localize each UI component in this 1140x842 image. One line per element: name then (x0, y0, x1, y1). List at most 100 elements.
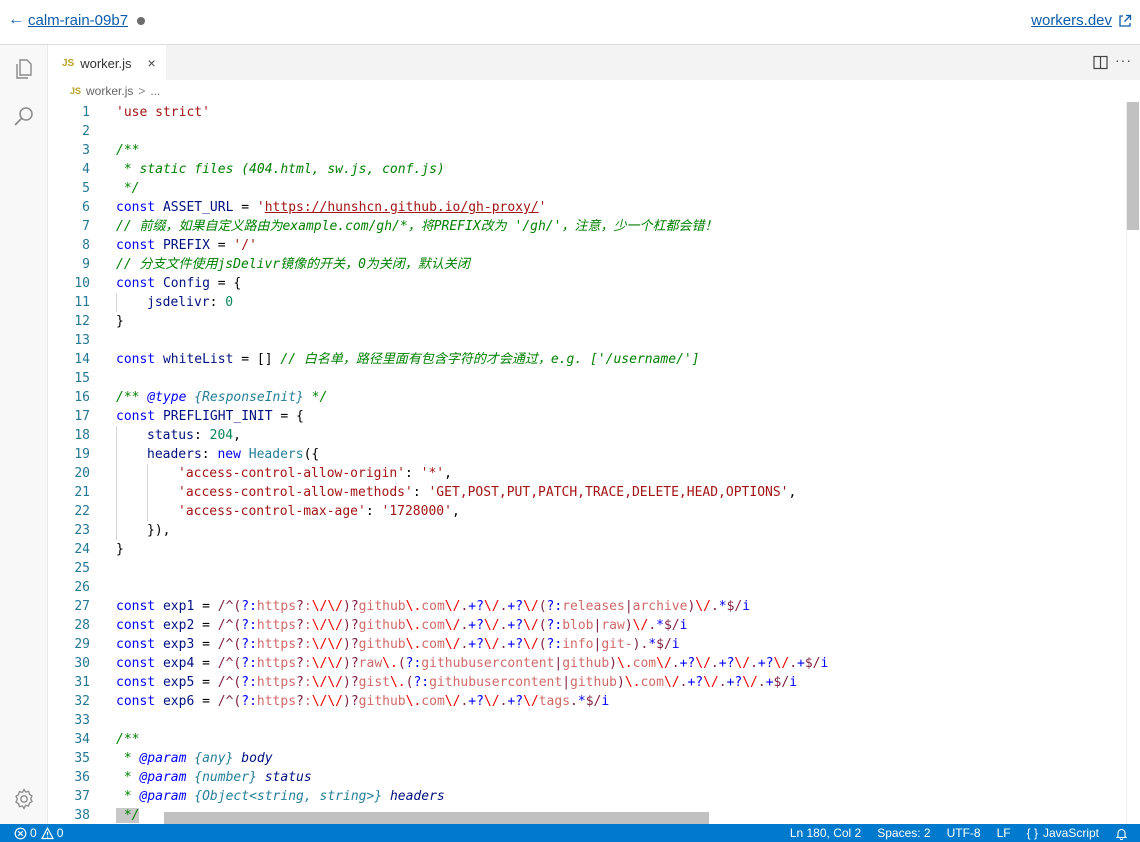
code-line[interactable]: 16 /** @type {ResponseInit} */ (48, 388, 1128, 407)
code-token: */ (303, 390, 328, 405)
search-icon[interactable] (12, 105, 36, 129)
code-line[interactable]: 7 // 前缀，如果自定义路由为example.com/gh/*，将PREFIX改… (48, 217, 1128, 236)
language-icon: { } (1026, 826, 1038, 840)
split-editor-icon[interactable] (1093, 55, 1108, 70)
code-token: : (303, 694, 312, 709)
code-token: exp1 (155, 599, 203, 614)
code-line[interactable]: 22 'access-control-max-age': '1728000', (48, 502, 1128, 521)
code-token: ) (609, 656, 617, 671)
code-token: const (116, 694, 156, 709)
code-line[interactable]: 1 'use strict' (48, 103, 1128, 122)
more-actions-icon[interactable]: ··· (1115, 52, 1132, 68)
code-line[interactable]: 35 * @param {any} body (48, 749, 1128, 768)
code-token: /^( (217, 656, 242, 671)
code-token: +? (507, 637, 524, 652)
code-line[interactable]: 34 /** (48, 730, 1128, 749)
language-mode[interactable]: JavaScript (1043, 826, 1099, 840)
project-name[interactable]: calm-rain-09b7 (28, 12, 128, 29)
code-token: i (601, 694, 610, 709)
vertical-scroll-thumb[interactable] (1127, 102, 1139, 230)
code-token: = (202, 675, 218, 690)
code-line[interactable]: 12} (48, 312, 1128, 331)
code-line[interactable]: 5 */ (48, 179, 1128, 198)
code-line[interactable]: 27 const exp1 = /^(?:https?:\/\/)?github\… (48, 597, 1128, 616)
code-line[interactable]: 28 const exp2 = /^(?:https?:\/\/)?github\… (48, 616, 1128, 635)
code-token: ) (624, 618, 633, 633)
code-line[interactable]: 6 const ASSET_URL = 'https://hunshcn.gith… (48, 198, 1128, 217)
line-number: 36 (74, 770, 90, 785)
files-icon[interactable] (12, 57, 36, 81)
code-token: } (116, 542, 124, 557)
code-line[interactable]: 20 'access-control-allow-origin': '*', (48, 464, 1128, 483)
code-token: /^( (217, 694, 242, 709)
end-of-line[interactable]: LF (997, 826, 1011, 840)
code-line[interactable]: 25 (48, 559, 1128, 578)
code-line[interactable]: 17 const PREFLIGHT_INIT = { (48, 407, 1128, 426)
code-token: /** (116, 732, 140, 747)
close-icon[interactable]: × (148, 55, 156, 71)
tab-label[interactable]: worker.js (80, 56, 131, 71)
code-token: i (820, 656, 829, 671)
horizontal-scroll-thumb[interactable] (164, 812, 709, 824)
line-number: 15 (74, 371, 90, 386)
breadcrumb-symbols[interactable]: ... (150, 84, 160, 98)
settings-gear-icon[interactable] (12, 787, 36, 811)
code-line[interactable]: 4 * static files (404.html, sw.js, conf.… (48, 160, 1128, 179)
line-number: 30 (74, 656, 90, 671)
code-line[interactable]: 21 'access-control-allow-methods': 'GET,P… (48, 483, 1128, 502)
code-text: const exp3 = /^(?:https?:\/\/)?github\.c… (116, 635, 680, 654)
code-line[interactable]: 2 (48, 122, 1128, 141)
bell-icon[interactable] (1115, 827, 1128, 840)
code-line[interactable]: 14 const whiteList = [] // 白名单，路径里面有包含字符的… (48, 350, 1128, 369)
code-token: * (116, 789, 140, 804)
code-token: com (421, 637, 445, 652)
code-line[interactable]: 31 const exp5 = /^(?:https?:\/\/)?gist\.(… (48, 673, 1128, 692)
code-line[interactable]: 26 (48, 578, 1128, 597)
code-line[interactable]: 23}), (48, 521, 1128, 540)
code-token: raw (358, 656, 383, 671)
cursor-position[interactable]: Ln 180, Col 2 (790, 826, 861, 840)
code-token: exp5 (155, 675, 203, 690)
code-token: blob (562, 618, 594, 633)
code-line[interactable]: 37 * @param {Object<string, string>} hea… (48, 787, 1128, 806)
line-number: 31 (74, 675, 90, 690)
code-line[interactable]: 3 /** (48, 141, 1128, 160)
code-token: * (718, 599, 727, 614)
code-line[interactable]: 15 (48, 369, 1128, 388)
code-token: : (303, 656, 312, 671)
encoding[interactable]: UTF-8 (947, 826, 981, 840)
code-line[interactable]: 30 const exp4 = /^(?:https?:\/\/)?raw\.(?… (48, 654, 1128, 673)
problems-indicator[interactable]: 0 0 (14, 826, 63, 840)
warning-count: 0 (56, 826, 64, 840)
code-line[interactable]: 19 headers: new Headers({ (48, 445, 1128, 464)
vertical-scrollbar[interactable] (1126, 102, 1140, 824)
code-token: \/\/ (311, 694, 344, 709)
workers-dev-link[interactable]: workers.dev (1031, 12, 1132, 29)
code-line[interactable]: 36 * @param {number} status (48, 768, 1128, 787)
line-number: 18 (74, 428, 90, 443)
code-line[interactable]: 9 // 分支文件使用jsDelivr镜像的开关，0为关闭，默认关闭 (48, 255, 1128, 274)
code-line[interactable]: 24} (48, 540, 1128, 559)
line-number: 7 (82, 219, 90, 234)
code-line[interactable]: 8 const PREFIX = '/' (48, 236, 1128, 255)
code-token: ?: (546, 599, 563, 614)
breadcrumb-file[interactable]: worker.js (86, 84, 133, 98)
back-link[interactable]: ← calm-rain-09b7 (8, 11, 128, 29)
code-token: exp2 (155, 618, 203, 633)
code-line[interactable]: 32 const exp6 = /^(?:https?:\/\/)?github\… (48, 692, 1128, 711)
code-token: | (562, 675, 571, 690)
code-text: const exp2 = /^(?:https?:\/\/)?github\.c… (116, 616, 687, 635)
indentation[interactable]: Spaces: 2 (877, 826, 930, 840)
code-line[interactable]: 13 (48, 331, 1128, 350)
code-editor[interactable]: 1'use strict' 2 3/** 4 * static files (404.… (48, 102, 1140, 824)
code-line[interactable]: 10 const Config = { (48, 274, 1128, 293)
line-number: 23 (74, 523, 90, 538)
tab-worker-js[interactable]: JS worker.js × (48, 45, 166, 80)
code-line[interactable]: 18 status: 204, (48, 426, 1128, 445)
code-token: ? (296, 599, 304, 614)
workers-dev-label[interactable]: workers.dev (1031, 12, 1112, 29)
code-line[interactable]: 29 const exp3 = /^(?:https?:\/\/)?github\… (48, 635, 1128, 654)
code-line[interactable]: 33 (48, 711, 1128, 730)
code-token: +? (679, 656, 696, 671)
code-line[interactable]: 11 jsdelivr: 0 (48, 293, 1128, 312)
